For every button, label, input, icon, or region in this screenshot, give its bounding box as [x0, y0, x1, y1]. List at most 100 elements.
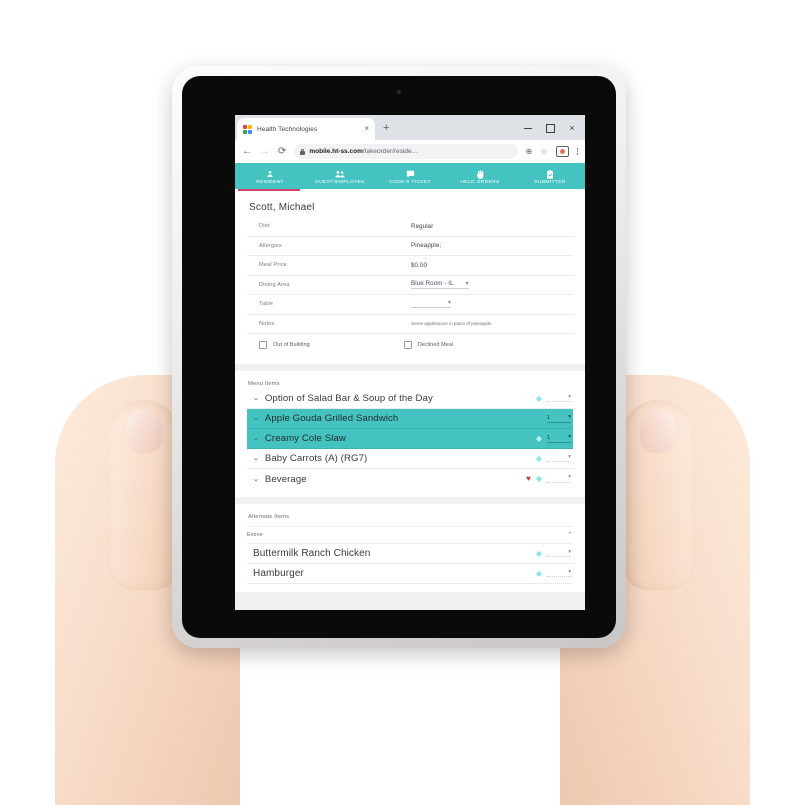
- url-path: /takeorder/reside…: [362, 148, 419, 155]
- checkbox-icon: [259, 341, 267, 349]
- field-row-dining-area: Dining Area Blue Room - IL ▾: [247, 276, 573, 295]
- menu-item-icons: ♥ ◆ ▾: [526, 475, 571, 483]
- menu-item-icons: 1 ▾: [547, 413, 571, 423]
- close-window-button[interactable]: ×: [561, 119, 583, 137]
- menu-item-row[interactable]: ⌄ Option of Salad Bar & Soup of the Day …: [247, 389, 573, 409]
- url-text: mobile.ht-ss.com/takeorder/reside…: [309, 148, 418, 155]
- quantity-value: 1: [547, 414, 551, 421]
- browser-toolbar: ← → ⟳ mobile.ht-ss.com/takeorder/reside……: [235, 140, 585, 163]
- quantity-select[interactable]: 1 ▾: [547, 434, 571, 443]
- tab-submitted[interactable]: SUBMITTED: [515, 163, 585, 189]
- chevron-down-icon: ▾: [568, 413, 571, 420]
- chevron-down-icon: ▾: [447, 300, 451, 307]
- tab-held-orders[interactable]: HELD ORDERS: [445, 163, 515, 189]
- chevron-down-icon[interactable]: ⌄: [252, 415, 259, 422]
- chat-icon: [406, 169, 415, 179]
- menu-item-row[interactable]: ⌄ Creamy Cole Slaw ◆ 1 ▾: [247, 429, 573, 449]
- left-thumbnail: [126, 409, 162, 453]
- dining-area-value: Blue Room - IL: [411, 280, 454, 288]
- checkbox-out-of-building[interactable]: Out of Building: [259, 341, 310, 349]
- tab-guest-employee[interactable]: GUEST/EMPLOYEE: [305, 163, 375, 189]
- resident-card: Scott, Michael Diet Regular Allergies Pi…: [235, 192, 585, 364]
- diamond-icon: ◆: [535, 453, 542, 463]
- checkbox-declined-meal[interactable]: Declined Meal: [403, 341, 454, 349]
- category-name: Entree: [247, 532, 263, 538]
- dining-area-select[interactable]: Blue Room - IL ▾: [411, 280, 469, 290]
- category-header-entree[interactable]: Entree ⌃: [247, 526, 573, 544]
- tab-held-orders-label: HELD ORDERS: [460, 180, 500, 185]
- alternate-items-title: Alternate Items: [248, 514, 290, 520]
- chevron-down-icon[interactable]: ⌄: [252, 435, 259, 442]
- field-value-notes: Serve applesauce in place of pineapple.: [411, 321, 493, 327]
- minimize-window-button[interactable]: [517, 119, 539, 137]
- browser-tab-title: Health Technologies: [257, 125, 318, 133]
- menu-item-row[interactable]: ⌄ Beverage ♥ ◆ ▾: [247, 469, 573, 489]
- chevron-down-icon: ▾: [568, 453, 571, 460]
- checkbox-declined-meal-label: Declined Meal: [417, 342, 454, 348]
- quantity-select[interactable]: ▾: [547, 569, 571, 578]
- bookmark-star-icon[interactable]: ☆: [540, 147, 547, 156]
- tab-resident-label: RESIDENT: [256, 180, 284, 185]
- quantity-select[interactable]: ▾: [547, 453, 571, 463]
- chevron-down-icon: ▾: [465, 280, 469, 287]
- close-tab-icon[interactable]: ×: [364, 125, 369, 133]
- right-thumbnail: [640, 409, 676, 453]
- menu-items-title: Menu Items: [248, 381, 280, 387]
- menu-item-row[interactable]: ⌄ Baby Carrots (A) (RG7) ◆ ▾: [247, 449, 573, 469]
- clipboard-check-icon: [546, 169, 554, 179]
- checkbox-icon: [403, 341, 412, 349]
- field-value-meal-price: $0.00: [411, 261, 427, 269]
- chevron-down-icon: ▾: [568, 548, 571, 555]
- quantity-select[interactable]: ▾: [547, 475, 571, 483]
- address-bar[interactable]: mobile.ht-ss.com/takeorder/reside…: [294, 144, 518, 159]
- alternate-item-icons: ◆ ▾: [535, 548, 571, 558]
- app-content: Scott, Michael Diet Regular Allergies Pi…: [235, 192, 585, 610]
- lock-icon: [300, 148, 306, 155]
- tab-cooks-ticket-label: COOK'S TICKET: [389, 180, 431, 185]
- menu-item-name: Beverage: [264, 473, 307, 485]
- quantity-select[interactable]: 1 ▾: [547, 413, 571, 423]
- menu-item-row[interactable]: ⌄ Apple Gouda Grilled Sandwich 1 ▾: [247, 409, 573, 429]
- field-row-meal-price: Meal Price $0.00: [247, 256, 573, 276]
- alternate-item-name: Buttermilk Ranch Chicken: [253, 548, 371, 559]
- quantity-select[interactable]: ▾: [547, 548, 571, 558]
- field-label-meal-price: Meal Price: [259, 262, 287, 269]
- install-app-icon[interactable]: ⊕: [526, 147, 533, 156]
- field-row-diet: Diet Regular: [247, 217, 573, 237]
- browser-tab-strip: Health Technologies × + ×: [235, 115, 585, 140]
- tab-cooks-ticket[interactable]: COOK'S TICKET: [375, 163, 445, 189]
- chevron-down-icon: ▾: [568, 393, 571, 400]
- reload-icon[interactable]: ⟳: [278, 146, 286, 157]
- new-tab-button[interactable]: +: [383, 123, 389, 134]
- alternate-item-row[interactable]: Buttermilk Ranch Chicken ◆ ▾: [247, 544, 573, 564]
- field-label-diet: Diet: [259, 223, 270, 230]
- tab-resident[interactable]: RESIDENT: [235, 163, 305, 191]
- chevron-down-icon[interactable]: ⌄: [252, 476, 259, 483]
- table-select[interactable]: ▾: [411, 300, 451, 309]
- chevron-up-icon[interactable]: ⌃: [567, 532, 573, 539]
- quantity-value: 1: [547, 434, 551, 441]
- chevron-down-icon[interactable]: ⌄: [252, 455, 259, 462]
- browser-tab[interactable]: Health Technologies ×: [237, 118, 375, 140]
- alternate-item-name: Hamburger: [253, 568, 304, 579]
- back-icon[interactable]: ←: [242, 146, 252, 157]
- field-label-dining-area: Dining Area: [259, 281, 290, 288]
- menu-item-name: Baby Carrots (A) (RG7): [264, 453, 368, 464]
- alternate-items-card: Alternate Items Entree ⌃ Buttermilk Ranc…: [235, 504, 585, 592]
- cast-icon[interactable]: [555, 146, 569, 157]
- alternate-item-row[interactable]: Hamburger ◆ ▾: [247, 564, 573, 584]
- forward-icon: →: [260, 145, 270, 157]
- chrome-favicon-icon: [243, 124, 252, 134]
- field-label-notes: Notes: [259, 320, 275, 327]
- kebab-menu-icon[interactable]: [576, 148, 578, 155]
- tab-submitted-label: SUBMITTED: [534, 180, 566, 185]
- diamond-icon: ◆: [535, 474, 542, 483]
- menu-item-icons: ◆ ▾: [535, 453, 571, 463]
- quantity-select[interactable]: ▾: [547, 393, 571, 403]
- diamond-icon: ◆: [535, 393, 542, 403]
- menu-item-icons: ◆ ▾: [535, 393, 571, 403]
- menu-item-name: Apple Gouda Grilled Sandwich: [264, 413, 399, 424]
- maximize-window-button[interactable]: [539, 119, 561, 137]
- diamond-icon: ◆: [535, 548, 542, 558]
- chevron-down-icon[interactable]: ⌄: [252, 395, 259, 402]
